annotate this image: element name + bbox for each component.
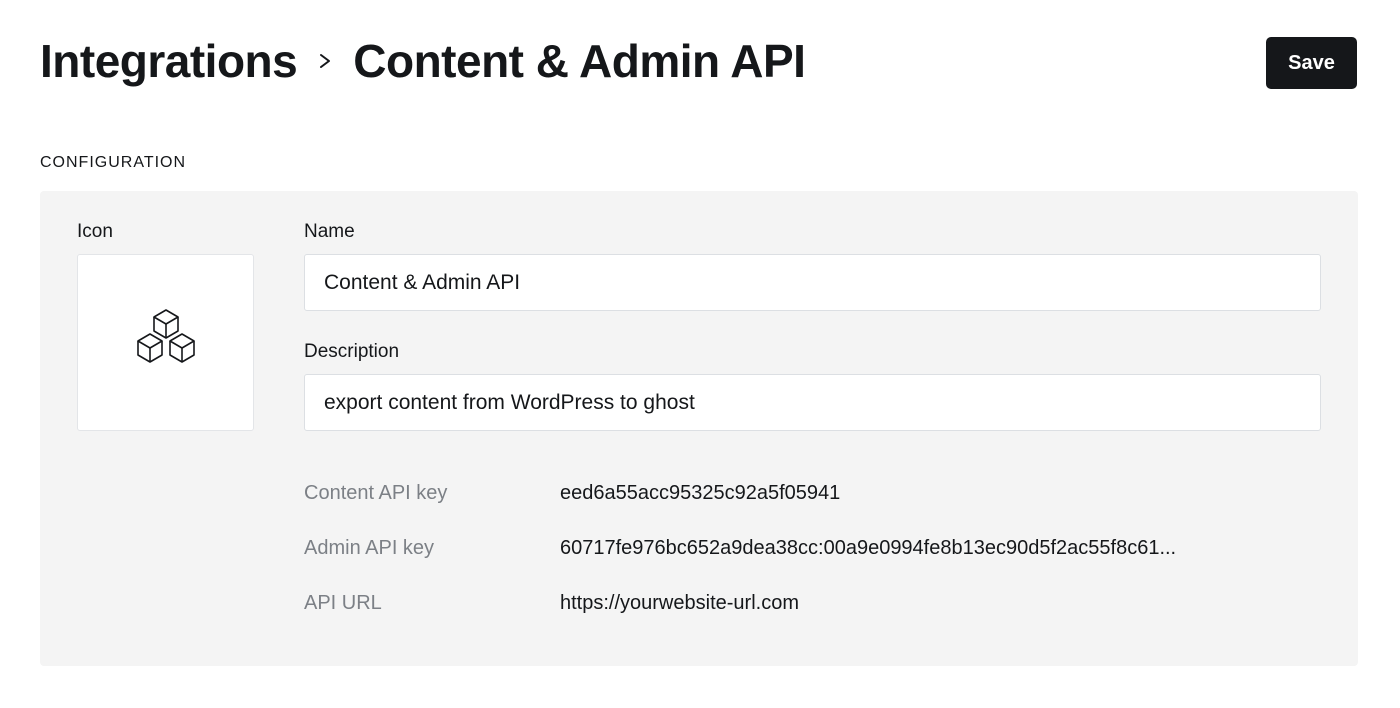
description-input[interactable] — [304, 374, 1321, 431]
api-url-label: API URL — [304, 592, 382, 614]
content-api-key-value[interactable]: eed6a55acc95325c92a5f05941 — [560, 482, 1300, 505]
chevron-right-icon — [297, 34, 353, 88]
breadcrumb-integrations-link[interactable]: Integrations — [40, 34, 298, 88]
breadcrumb: Integrations Content & Admin API — [40, 34, 806, 88]
content-api-key-label: Content API key — [304, 482, 448, 504]
description-label: Description — [304, 341, 400, 362]
icon-upload-box[interactable] — [77, 254, 254, 431]
save-button[interactable]: Save — [1266, 37, 1357, 89]
configuration-panel: Icon Name Content & Admin API Descriptio… — [40, 191, 1358, 666]
api-url-value[interactable]: https://yourwebsite-url.com — [560, 592, 1300, 615]
icon-label: Icon — [77, 221, 113, 242]
cubes-icon — [132, 308, 200, 377]
admin-api-key-value[interactable]: 60717fe976bc652a9dea38cc:00a9e0994fe8b13… — [560, 537, 1300, 560]
integration-settings-page: Integrations Content & Admin API Save CO… — [0, 0, 1400, 708]
name-label: Name — [304, 221, 355, 242]
page-title: Content & Admin API — [353, 35, 806, 87]
section-label-configuration: CONFIGURATION — [40, 154, 187, 171]
name-input[interactable] — [304, 254, 1321, 311]
admin-api-key-label: Admin API key — [304, 537, 435, 559]
